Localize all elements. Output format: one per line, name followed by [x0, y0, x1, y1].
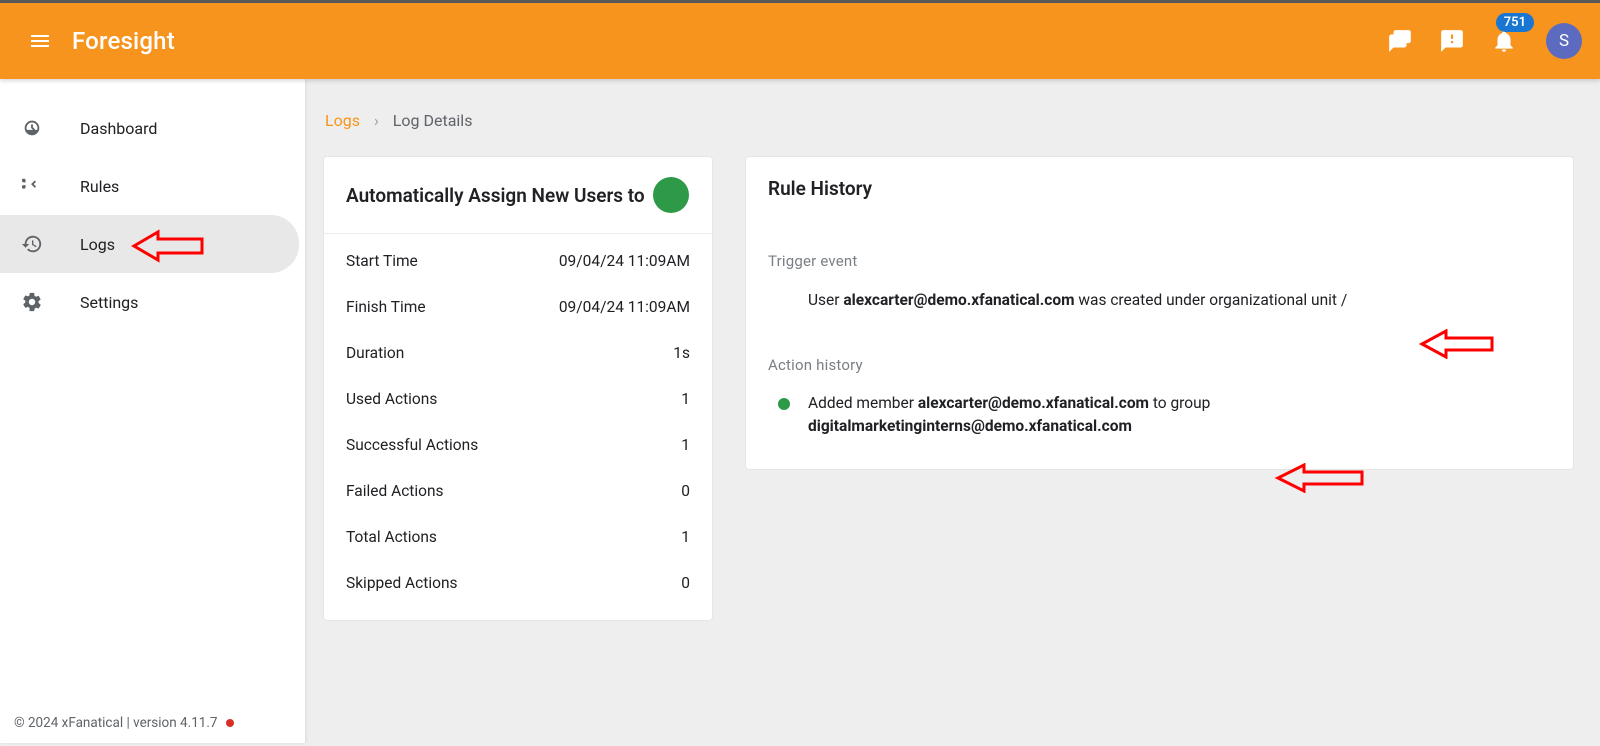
version-text: © 2024 xFanatical | version 4.11.7	[14, 715, 218, 731]
history-icon	[18, 230, 46, 258]
summary-title: Automatically Assign New Users to	[346, 184, 645, 207]
summary-key: Successful Actions	[346, 436, 478, 454]
rules-icon	[18, 172, 46, 200]
summary-row: Total Actions 1	[324, 514, 712, 560]
chevron-right-icon: ›	[374, 111, 379, 130]
avatar[interactable]: S	[1546, 23, 1582, 59]
sidebar: Dashboard Rules Logs Settings	[0, 79, 305, 743]
app-title: Foresight	[72, 27, 175, 55]
summary-card: Automatically Assign New Users to Start …	[323, 156, 713, 621]
summary-value: 1	[681, 436, 690, 454]
action-section-label: Action history	[768, 356, 1551, 374]
sidebar-item-label: Settings	[80, 293, 138, 312]
success-dot-icon	[778, 398, 790, 410]
summary-value: 0	[681, 574, 690, 592]
app-header: Foresight 751 S	[0, 3, 1600, 79]
summary-row: Finish Time 09/04/24 11:09AM	[324, 284, 712, 330]
summary-key: Duration	[346, 344, 404, 362]
summary-key: Used Actions	[346, 390, 437, 408]
summary-row: Used Actions 1	[324, 376, 712, 422]
summary-rows: Start Time 09/04/24 11:09AM Finish Time 09/…	[324, 234, 712, 620]
summary-key: Failed Actions	[346, 482, 444, 500]
chat-icon[interactable]	[1376, 17, 1424, 65]
action-history-row: Added member alexcarter@demo.xfanatical.…	[768, 392, 1551, 439]
summary-key: Total Actions	[346, 528, 437, 546]
summary-row: Successful Actions 1	[324, 422, 712, 468]
summary-row: Skipped Actions 0	[324, 560, 712, 606]
sidebar-item-logs[interactable]: Logs	[0, 215, 299, 273]
summary-row: Failed Actions 0	[324, 468, 712, 514]
history-title: Rule History	[768, 177, 872, 200]
summary-row: Duration 1s	[324, 330, 712, 376]
summary-value: 09/04/24 11:09AM	[559, 298, 690, 316]
summary-value: 09/04/24 11:09AM	[559, 252, 690, 270]
breadcrumb-current: Log Details	[393, 111, 473, 130]
summary-key: Start Time	[346, 252, 418, 270]
summary-key: Skipped Actions	[346, 574, 458, 592]
sidebar-item-label: Dashboard	[80, 119, 157, 138]
summary-value: 0	[681, 482, 690, 500]
summary-value: 1	[681, 528, 690, 546]
notification-badge: 751	[1496, 13, 1534, 32]
sidebar-item-label: Rules	[80, 177, 119, 196]
sidebar-item-dashboard[interactable]: Dashboard	[0, 99, 299, 157]
nav: Dashboard Rules Logs Settings	[0, 79, 305, 707]
announcement-icon[interactable]	[1428, 17, 1476, 65]
sidebar-item-rules[interactable]: Rules	[0, 157, 299, 215]
menu-icon[interactable]	[26, 27, 54, 55]
sidebar-item-label: Logs	[80, 235, 115, 254]
main-content: Logs › Log Details Automatically Assign …	[305, 79, 1600, 743]
summary-value: 1s	[673, 344, 690, 362]
sidebar-item-settings[interactable]: Settings	[0, 273, 299, 331]
summary-key: Finish Time	[346, 298, 426, 316]
action-history-text: Added member alexcarter@demo.xfanatical.…	[808, 392, 1210, 439]
gauge-icon	[18, 114, 46, 142]
breadcrumb-root[interactable]: Logs	[325, 111, 360, 130]
rule-history-card: Rule History Trigger event User alexcart…	[745, 156, 1574, 470]
breadcrumb: Logs › Log Details	[323, 97, 1574, 156]
trigger-event-text: User alexcarter@demo.xfanatical.com was …	[768, 288, 1551, 312]
summary-value: 1	[681, 390, 690, 408]
summary-row: Start Time 09/04/24 11:09AM	[324, 238, 712, 284]
gear-icon	[18, 288, 46, 316]
trigger-section-label: Trigger event	[768, 252, 1551, 270]
bell-icon[interactable]: 751	[1480, 17, 1528, 65]
status-dot-icon	[226, 719, 234, 727]
sidebar-footer: © 2024 xFanatical | version 4.11.7	[0, 707, 305, 743]
status-dot-icon	[653, 177, 689, 213]
